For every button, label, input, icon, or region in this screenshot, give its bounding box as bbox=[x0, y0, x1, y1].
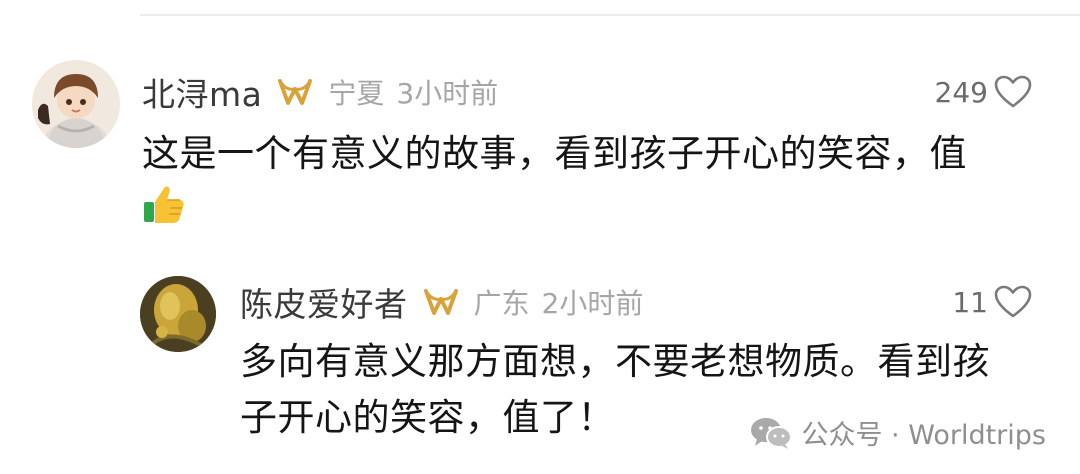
comment-time: 2小时前 bbox=[541, 287, 644, 320]
watermark: 公众号 · Worldtrips bbox=[749, 413, 1046, 452]
like-count: 249 bbox=[934, 75, 988, 109]
like-count: 11 bbox=[952, 285, 988, 319]
comment-time: 3小时前 bbox=[396, 77, 499, 110]
comment-meta: 北浔ma 宁夏 3小时前 bbox=[142, 70, 498, 114]
thumbs-up-icon bbox=[144, 186, 184, 223]
username[interactable]: 陈皮爱好者 bbox=[240, 278, 408, 326]
avatar[interactable] bbox=[32, 60, 120, 148]
heart-icon bbox=[994, 75, 1032, 108]
vip-badge-icon bbox=[278, 79, 313, 105]
avatar-image bbox=[32, 60, 120, 148]
comment-text-line: 这是一个有意义的故事，看到孩子开心的笑容，值 bbox=[142, 132, 967, 175]
like-button[interactable]: 249 bbox=[935, 70, 1032, 114]
wechat-icon bbox=[751, 417, 793, 449]
comment-text: 这是一个有意义的故事，看到孩子开心的笑容，值 bbox=[142, 126, 1042, 182]
watermark-text: 公众号 · Worldtrips bbox=[801, 420, 1046, 451]
comment-location: 广东 bbox=[473, 287, 530, 320]
avatar[interactable] bbox=[140, 276, 216, 352]
heart-icon bbox=[994, 285, 1032, 318]
vip-badge-icon bbox=[423, 289, 458, 315]
comment-item: 北浔ma 宁夏 3小时前 249 这是一个有意义的故事，看到孩子开心的笑容，值 bbox=[0, 0, 1080, 240]
comment-meta: 陈皮爱好者 广东 2小时前 bbox=[240, 280, 643, 324]
like-button[interactable]: 11 bbox=[952, 280, 1032, 324]
comment-location: 宁夏 bbox=[328, 77, 385, 110]
avatar-image bbox=[140, 276, 216, 352]
username[interactable]: 北浔ma bbox=[142, 68, 262, 116]
comment-text-line: 多向有意义那方面想，不要老想物质。看到孩 bbox=[240, 340, 990, 383]
